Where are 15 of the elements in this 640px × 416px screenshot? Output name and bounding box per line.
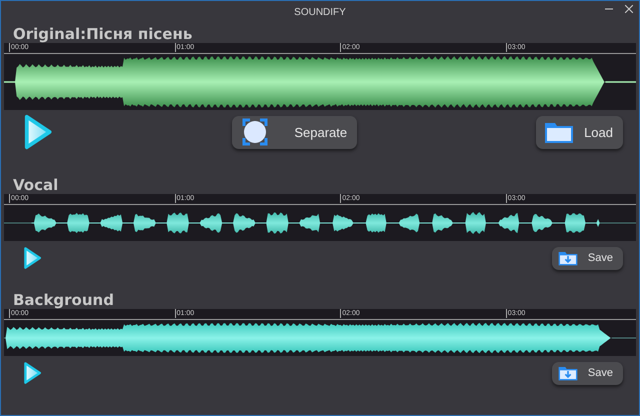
load-button[interactable]: Load [536, 116, 623, 148]
play-icon[interactable] [23, 246, 42, 270]
play-icon[interactable] [23, 361, 42, 385]
separate-button[interactable]: Separate [232, 116, 358, 148]
close-icon[interactable] [625, 5, 633, 13]
folder-download-icon [558, 365, 578, 381]
folder-icon [544, 120, 574, 144]
window-title: SOUNDIFY [294, 6, 346, 18]
track-title: Vocal [12, 176, 60, 194]
save-button[interactable]: Save [552, 246, 623, 270]
track-title: Background [12, 291, 115, 309]
save-button[interactable]: Save [552, 362, 623, 384]
play-icon[interactable] [23, 113, 54, 151]
track-title: Original:Пісня пісень [12, 25, 194, 43]
folder-download-icon [558, 250, 578, 266]
